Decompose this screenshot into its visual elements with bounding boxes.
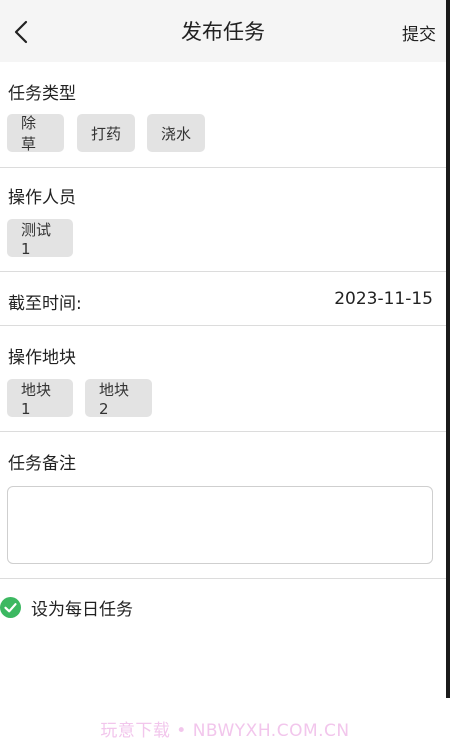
deadline-row[interactable]: 截至时间: 2023-11-15 (0, 272, 446, 326)
operators-section: 操作人员 测试1 (0, 168, 446, 272)
daily-task-toggle[interactable]: 设为每日任务 (0, 585, 446, 629)
plots-label: 操作地块 (8, 348, 76, 368)
task-type-option-weeding[interactable]: 除草 (7, 114, 64, 153)
chevron-left-icon (14, 20, 28, 44)
task-type-option-spraying[interactable]: 打药 (77, 114, 135, 152)
plots-section: 操作地块 地块1 地块2 (0, 326, 446, 432)
task-type-section: 任务类型 除草 打药 浇水 (0, 62, 446, 168)
task-type-label: 任务类型 (8, 84, 76, 104)
watermark: 玩意下载 • NBWYXH.COM.CN (100, 721, 350, 741)
remark-textarea[interactable] (7, 486, 433, 564)
deadline-label: 截至时间: (8, 294, 82, 314)
screen-edge (446, 0, 450, 698)
plot-chip-2[interactable]: 地块2 (85, 379, 152, 418)
top-bar: 发布任务 提交 (0, 0, 446, 62)
daily-task-label: 设为每日任务 (31, 600, 133, 620)
remark-label: 任务备注 (8, 454, 76, 474)
submit-button[interactable]: 提交 (402, 20, 436, 45)
deadline-value[interactable]: 2023-11-15 (334, 289, 433, 309)
remark-section: 任务备注 (0, 432, 446, 579)
back-button[interactable] (10, 18, 34, 46)
page-title: 发布任务 (181, 20, 265, 44)
operator-chip[interactable]: 测试1 (7, 219, 73, 258)
plot-chip-1[interactable]: 地块1 (7, 379, 73, 418)
task-type-option-watering[interactable]: 浇水 (147, 114, 205, 152)
operators-label: 操作人员 (8, 188, 76, 208)
check-circle-icon[interactable] (0, 597, 21, 618)
